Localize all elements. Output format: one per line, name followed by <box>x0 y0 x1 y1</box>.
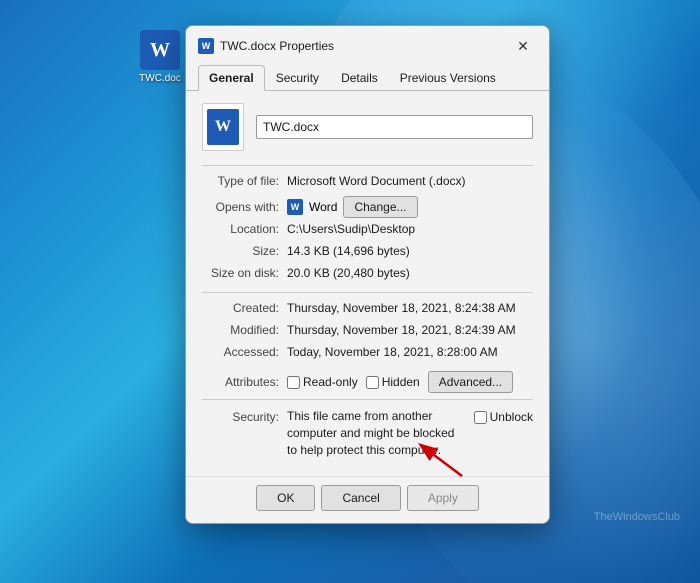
ok-button[interactable]: OK <box>256 485 315 511</box>
security-label: Security: <box>202 408 287 424</box>
size-disk-label: Size on disk: <box>202 266 287 284</box>
type-value: Microsoft Word Document (.docx) <box>287 174 533 192</box>
tab-general[interactable]: General <box>198 65 265 91</box>
hidden-label: Hidden <box>382 375 420 389</box>
size-disk-value: 20.0 KB (20,480 bytes) <box>287 266 533 284</box>
modified-row: Modified: Thursday, November 18, 2021, 8… <box>202 323 533 341</box>
modified-label: Modified: <box>202 323 287 341</box>
dialog-word-icon: W <box>198 38 214 54</box>
cancel-button[interactable]: Cancel <box>321 485 400 511</box>
dialog-title: TWC.docx Properties <box>220 39 334 53</box>
dialog-footer: OK Cancel Apply <box>186 476 549 523</box>
readonly-checkbox[interactable] <box>287 376 300 389</box>
opens-label: Opens with: <box>202 200 287 214</box>
file-icon-word: W <box>207 109 239 145</box>
tab-details[interactable]: Details <box>330 65 389 91</box>
size-row: Size: 14.3 KB (14,696 bytes) <box>202 244 533 262</box>
attributes-row: Attributes: Read-only Hidden Advanced... <box>202 371 533 393</box>
modified-value: Thursday, November 18, 2021, 8:24:39 AM <box>287 323 533 341</box>
security-text: This file came from another computer and… <box>287 408 468 458</box>
file-header: W <box>202 103 533 151</box>
advanced-button[interactable]: Advanced... <box>428 371 513 393</box>
created-row: Created: Thursday, November 18, 2021, 8:… <box>202 301 533 319</box>
info-section: Type of file: Microsoft Word Document (.… <box>202 165 533 284</box>
attributes-label: Attributes: <box>202 375 287 389</box>
opens-value: W Word Change... <box>287 196 533 218</box>
opens-with-icon: W <box>287 199 303 215</box>
accessed-value: Today, November 18, 2021, 8:28:00 AM <box>287 345 533 363</box>
type-label: Type of file: <box>202 174 287 192</box>
size-label: Size: <box>202 244 287 262</box>
dates-section: Created: Thursday, November 18, 2021, 8:… <box>202 292 533 363</box>
size-disk-row: Size on disk: 20.0 KB (20,480 bytes) <box>202 266 533 284</box>
close-button[interactable]: ✕ <box>509 36 537 56</box>
accessed-row: Accessed: Today, November 18, 2021, 8:28… <box>202 345 533 363</box>
created-value: Thursday, November 18, 2021, 8:24:38 AM <box>287 301 533 319</box>
properties-dialog: W TWC.docx Properties ✕ General Security… <box>185 25 550 524</box>
readonly-group: Read-only <box>287 375 358 389</box>
file-name-input[interactable] <box>256 115 533 139</box>
change-button[interactable]: Change... <box>343 196 417 218</box>
title-left: W TWC.docx Properties <box>198 38 334 54</box>
readonly-label: Read-only <box>303 375 358 389</box>
size-value: 14.3 KB (14,696 bytes) <box>287 244 533 262</box>
dialog-overlay: W TWC.docx Properties ✕ General Security… <box>0 0 700 583</box>
apply-button[interactable]: Apply <box>407 485 479 511</box>
tab-security[interactable]: Security <box>265 65 330 91</box>
file-icon-large: W <box>202 103 244 151</box>
hidden-checkbox[interactable] <box>366 376 379 389</box>
location-label: Location: <box>202 222 287 240</box>
unblock-checkbox[interactable] <box>474 411 487 424</box>
unblock-label: Unblock <box>490 410 533 424</box>
attributes-controls: Read-only Hidden Advanced... <box>287 371 533 393</box>
location-row: Location: C:\Users\Sudip\Desktop <box>202 222 533 240</box>
created-label: Created: <box>202 301 287 319</box>
unblock-group: Unblock <box>474 408 533 424</box>
location-value: C:\Users\Sudip\Desktop <box>287 222 533 240</box>
dialog-content: W Type of file: Microsoft Word Document … <box>186 91 549 476</box>
type-row: Type of file: Microsoft Word Document (.… <box>202 174 533 192</box>
opens-with-row: Opens with: W Word Change... <box>202 196 533 218</box>
dialog-titlebar: W TWC.docx Properties ✕ <box>186 26 549 58</box>
opens-with-app: Word <box>309 200 337 214</box>
word-letter: W <box>150 39 170 62</box>
hidden-group: Hidden <box>366 375 420 389</box>
dialog-icon-letter: W <box>202 41 211 51</box>
security-row: Security: This file came from another co… <box>202 399 533 458</box>
tab-bar: General Security Details Previous Versio… <box>186 58 549 91</box>
tab-previous-versions[interactable]: Previous Versions <box>389 65 507 91</box>
accessed-label: Accessed: <box>202 345 287 363</box>
security-content: This file came from another computer and… <box>287 408 533 458</box>
